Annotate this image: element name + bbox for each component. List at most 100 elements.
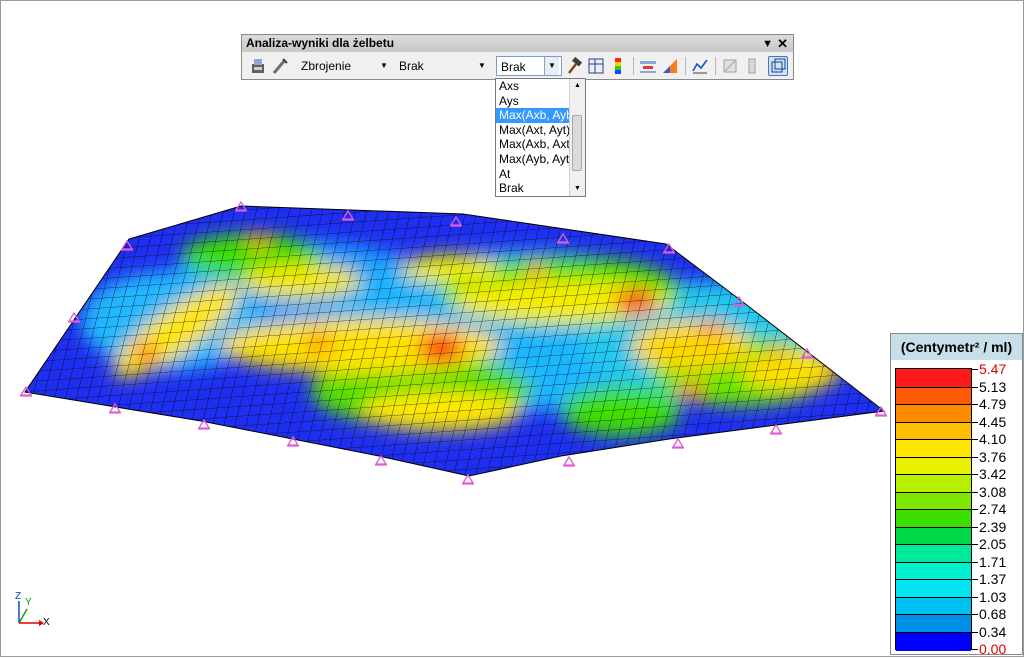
toolbar-title: Analiza-wyniki dla żelbetu: [246, 36, 395, 50]
section-icon[interactable]: [742, 56, 762, 76]
legend-band: [896, 544, 971, 563]
axis-triad: Z Y X: [13, 591, 58, 640]
legend-value: 1.71: [979, 553, 1007, 570]
legend-band: [896, 561, 971, 581]
legend-color-bands: [895, 368, 972, 651]
legend-band: [896, 404, 971, 423]
chevron-down-icon[interactable]: ▼: [544, 57, 559, 75]
legend-tick: [972, 386, 978, 388]
calculator-icon[interactable]: [248, 56, 268, 76]
support-icon: [671, 437, 685, 449]
close-icon[interactable]: ✕: [777, 35, 788, 52]
axis-x-label: X: [43, 617, 50, 628]
toolbar-separator: [685, 57, 686, 75]
legend-value: 4.45: [979, 413, 1007, 430]
result-type-select[interactable]: Zbrojenie ▼: [297, 56, 393, 76]
legend-band: [896, 579, 971, 598]
legend-tick: [972, 526, 978, 528]
diagram-icon[interactable]: [690, 56, 710, 76]
scroll-thumb[interactable]: [572, 115, 582, 171]
legend-tick: [972, 439, 978, 440]
dropdown-option-max-axb-axt[interactable]: Max(Axb, Axt): [496, 137, 570, 152]
legend-band: [896, 614, 971, 633]
scroll-up-icon[interactable]: ▲: [570, 79, 585, 93]
legend-value: 5.13: [979, 378, 1007, 395]
legend-value: 2.74: [979, 501, 1007, 517]
legend-tick: [972, 649, 978, 650]
legend-tick: [972, 456, 978, 458]
legend-band: [896, 631, 971, 651]
dropdown-option-axs[interactable]: Axs: [496, 79, 570, 94]
rc-analysis-toolbar[interactable]: Analiza-wyniki dla żelbetu ▼ ✕ Zbrojenie…: [241, 34, 794, 80]
reinforcement-value: Brak: [501, 60, 526, 74]
map-off-icon[interactable]: [720, 56, 740, 76]
dropdown-option-max-axt-ayt[interactable]: Max(Axt, Ayt): [496, 123, 570, 138]
legend-band: [896, 596, 971, 616]
legend-value: 1.03: [979, 588, 1007, 605]
legend-value: 3.76: [979, 448, 1007, 465]
legend-tick: [972, 491, 978, 493]
scroll-down-icon[interactable]: ▼: [570, 182, 585, 196]
axis-z-label: Z: [15, 591, 22, 602]
legend-band: [896, 439, 971, 458]
toolbar-menu-icon[interactable]: ▼: [762, 36, 773, 53]
legend-tick: [972, 561, 978, 563]
reinforcement-dropdown-list[interactable]: Axs Ays Max(Axb, Ayb Max(Axt, Ayt) Max(A…: [495, 78, 586, 197]
legend-tick: [972, 596, 978, 598]
component-select[interactable]: Brak ▼: [395, 56, 491, 76]
slab-plate: [25, 206, 884, 476]
table-icon[interactable]: [586, 56, 606, 76]
legend-title: (Centymetr² / ml): [891, 334, 1022, 360]
legend-value: 4.79: [979, 396, 1007, 412]
dropdown-option-at[interactable]: At: [496, 167, 570, 182]
result-type-value: Zbrojenie: [301, 59, 352, 73]
legend-value: 1.37: [979, 571, 1007, 587]
legend-band: [896, 526, 971, 546]
toolbar-row: Zbrojenie ▼ Brak ▼ Brak ▼: [242, 54, 793, 78]
toolbar-separator: [715, 57, 716, 75]
reinforcement-select[interactable]: Brak ▼: [496, 56, 562, 76]
legend-band: [896, 491, 971, 511]
chevron-down-icon: ▼: [380, 61, 388, 70]
reduce-results-icon[interactable]: [638, 56, 658, 76]
legend-value: 4.10: [979, 431, 1007, 447]
dropdown-option-ays[interactable]: Ays: [496, 94, 570, 109]
legend-value: 0.68: [979, 606, 1007, 622]
legend-band: [896, 369, 971, 387]
chevron-down-icon: ▼: [478, 61, 486, 70]
legend-value: 2.05: [979, 536, 1007, 552]
probe-icon[interactable]: [270, 56, 290, 76]
toolbar-separator: [633, 57, 634, 75]
legend-value: 0.00: [979, 641, 1007, 657]
component-value: Brak: [399, 59, 424, 73]
legend-tick: [972, 474, 978, 475]
legend-value: 3.42: [979, 466, 1007, 482]
legend-tick: [972, 404, 978, 405]
legend-band: [896, 421, 971, 441]
legend-tick: [972, 614, 978, 615]
toolbar-title-bar[interactable]: Analiza-wyniki dla żelbetu ▼ ✕: [242, 35, 793, 52]
support-icon: [769, 423, 783, 435]
dropdown-option-max-axb-ayb[interactable]: Max(Axb, Ayb: [496, 108, 570, 123]
axis-y-label: Y: [25, 597, 32, 608]
legend-value: 2.39: [979, 518, 1007, 535]
legend-tick: [972, 509, 978, 510]
legend-band: [896, 509, 971, 528]
support-icon: [562, 455, 576, 467]
legend-value: 5.47: [979, 361, 1007, 377]
color-scale-icon[interactable]: [608, 56, 628, 76]
legend-value: 0.34: [979, 623, 1007, 640]
graph-color-icon[interactable]: [660, 56, 680, 76]
legend-tick: [972, 579, 978, 580]
dropdown-option-brak[interactable]: Brak: [496, 181, 570, 196]
legend-tick: [972, 544, 978, 545]
dropdown-scrollbar[interactable]: ▲ ▼: [569, 79, 585, 196]
legend-tick: [972, 369, 978, 370]
color-legend: (Centymetr² / ml) 5.47 5.13 4.79 4.45 4.10 3.…: [890, 333, 1023, 657]
legend-tick: [972, 631, 978, 633]
legend-value: 3.08: [979, 483, 1007, 500]
hammer-icon[interactable]: [564, 56, 584, 76]
smooth-map-toggle-icon[interactable]: [768, 56, 788, 76]
legend-band: [896, 456, 971, 476]
dropdown-option-max-ayb-ayt[interactable]: Max(Ayb, Ayt: [496, 152, 570, 167]
